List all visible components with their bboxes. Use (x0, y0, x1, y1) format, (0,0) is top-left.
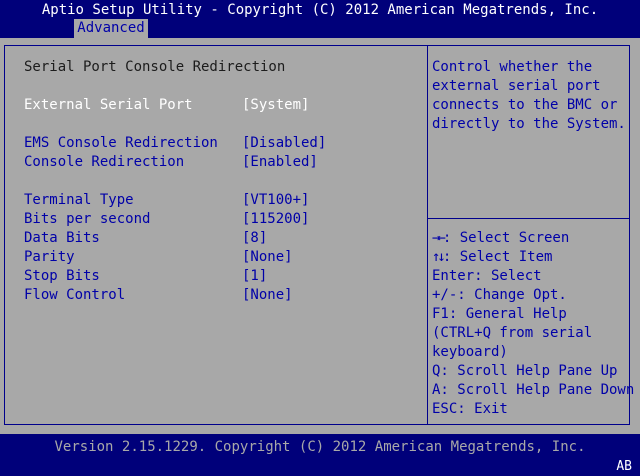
help-divider (428, 218, 630, 219)
setting-label-flow-control[interactable]: Flow Control (24, 286, 125, 305)
footer-version: Version 2.15.1229. Copyright (C) 2012 Am… (54, 439, 586, 455)
key-help-keyboard: keyboard) (432, 344, 508, 360)
app-title: Aptio Setup Utility - Copyright (C) 2012… (41, 2, 599, 18)
section-title: Serial Port Console Redirection (24, 59, 286, 75)
key-help-change-opt: +/-: Change Opt. (432, 287, 567, 303)
setting-value-ems-console-redirection[interactable]: [Disabled] (242, 134, 326, 153)
setting-value-data-bits[interactable]: [8] (242, 229, 267, 248)
key-help-scroll-up: Q: Scroll Help Pane Up (432, 363, 618, 379)
key-help-scroll-down: A: Scroll Help Pane Down (432, 382, 635, 398)
key-help-exit: ESC: Exit (432, 401, 508, 417)
setting-label-terminal-type[interactable]: Terminal Type (24, 191, 134, 210)
key-help-ctrlq: (CTRL+Q from serial (432, 325, 593, 341)
setting-value-parity[interactable]: [None] (242, 248, 293, 267)
help-text-line: external serial port (432, 78, 601, 94)
setting-label-parity[interactable]: Parity (24, 248, 75, 267)
setting-value-bits-per-second[interactable]: [115200] (242, 210, 309, 229)
setting-value-flow-control[interactable]: [None] (242, 286, 293, 305)
key-help-general-help: F1: General Help (432, 306, 567, 322)
setting-label-ems-console-redirection[interactable]: EMS Console Redirection (24, 134, 218, 153)
pane-divider (427, 45, 428, 425)
setting-label-external-serial-port[interactable]: External Serial Port (24, 96, 193, 115)
setting-value-stop-bits[interactable]: [1] (242, 267, 267, 286)
setting-value-console-redirection[interactable]: [Enabled] (242, 153, 318, 172)
key-help-select-item: ↑↓: Select Item (432, 249, 553, 265)
arrows-up-down-icon: ↑↓ (432, 249, 446, 265)
corner-badge: AB (616, 459, 632, 474)
arrows-left-right-icon: →← (432, 230, 446, 246)
setting-label-data-bits[interactable]: Data Bits (24, 229, 100, 248)
key-help-enter: Enter: Select (432, 268, 542, 284)
help-text-line: connects to the BMC or (432, 97, 618, 113)
setting-value-external-serial-port[interactable]: [System] (242, 96, 309, 115)
help-text-line: Control whether the (432, 59, 593, 75)
key-help-select-screen: →←: Select Screen (432, 230, 570, 246)
tab-advanced[interactable]: Advanced (74, 19, 148, 38)
help-text-line: directly to the System. (432, 116, 626, 132)
setting-label-bits-per-second[interactable]: Bits per second (24, 210, 150, 229)
setting-value-terminal-type[interactable]: [VT100+] (242, 191, 309, 210)
setting-label-console-redirection[interactable]: Console Redirection (24, 153, 184, 172)
setting-label-stop-bits[interactable]: Stop Bits (24, 267, 100, 286)
